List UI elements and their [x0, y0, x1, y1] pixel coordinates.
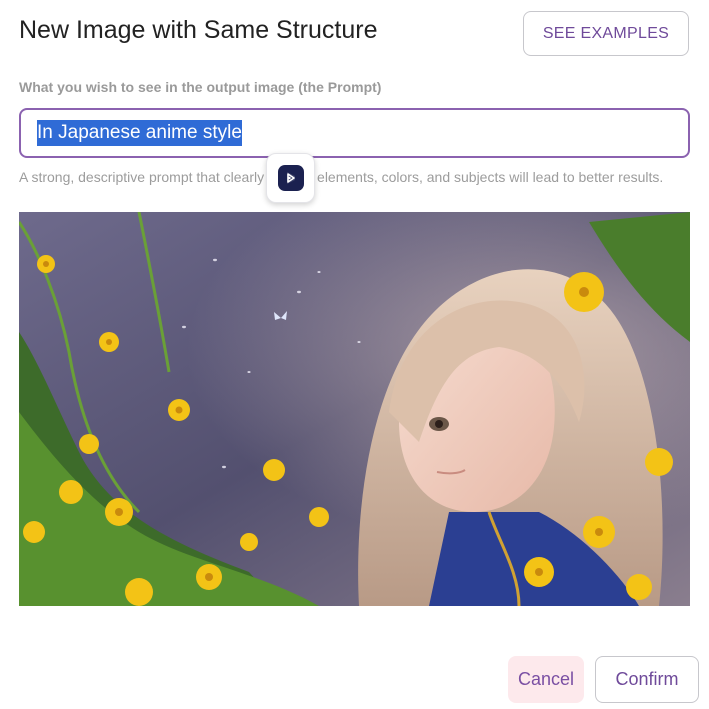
cancel-button[interactable]: Cancel — [508, 656, 584, 703]
confirm-button[interactable]: Confirm — [595, 656, 699, 703]
dialog-title: New Image with Same Structure — [19, 16, 378, 44]
preview-image — [19, 212, 690, 606]
see-examples-button[interactable]: SEE EXAMPLES — [523, 11, 689, 56]
anime-girl-flowers-image — [19, 212, 690, 606]
prompt-input[interactable]: In Japanese anime style — [19, 108, 690, 158]
new-image-dialog: New Image with Same Structure SEE EXAMPL… — [0, 0, 709, 709]
prompt-input-value[interactable]: In Japanese anime style — [37, 120, 242, 146]
extension-logo-icon — [277, 165, 304, 191]
prompt-helper-text: A strong, descriptive prompt that clearl… — [19, 169, 664, 185]
extension-badge[interactable] — [266, 153, 315, 203]
prompt-label: What you wish to see in the output image… — [19, 79, 382, 95]
